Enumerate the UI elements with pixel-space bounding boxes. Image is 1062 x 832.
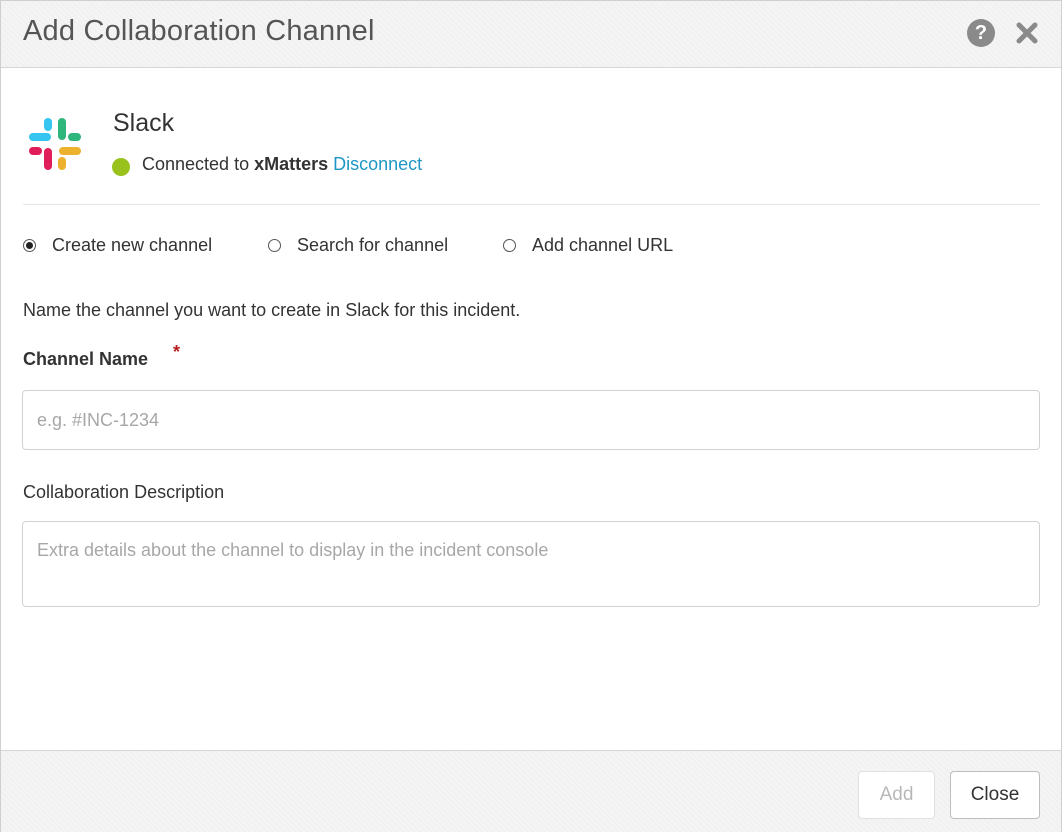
required-marker: * (173, 342, 181, 362)
radio-unselected-icon[interactable] (503, 239, 516, 252)
integration-name: Slack (113, 109, 175, 137)
radio-label: Add channel URL (532, 235, 674, 255)
channel-name-label: Channel Name (23, 349, 149, 369)
radio-label: Create new channel (52, 235, 213, 255)
collaboration-description-input[interactable] (22, 521, 1040, 607)
connection-status: Connected to xMatters Disconnect (142, 154, 422, 175)
close-button[interactable]: Close (950, 771, 1040, 819)
dialog-header: Add Collaboration Channel ? (1, 1, 1061, 68)
add-collaboration-channel-dialog: Add Collaboration Channel ? Slack Connec… (0, 0, 1062, 832)
dialog-footer: Add Close (1, 750, 1061, 832)
dialog-title: Add Collaboration Channel (23, 15, 375, 47)
radio-unselected-icon[interactable] (268, 239, 281, 252)
add-button[interactable]: Add (858, 771, 935, 819)
connection-status-dot (112, 158, 130, 176)
section-divider (23, 204, 1040, 205)
form-intro-text: Name the channel you want to create in S… (23, 300, 521, 320)
close-icon[interactable] (1013, 19, 1041, 47)
radio-selected-icon[interactable] (23, 239, 36, 252)
disconnect-link[interactable]: Disconnect (333, 154, 422, 174)
help-icon[interactable]: ? (967, 19, 995, 47)
status-prefix: Connected to (142, 154, 250, 174)
radio-label: Search for channel (297, 235, 449, 255)
slack-logo-icon (27, 116, 83, 172)
workspace-name: xMatters (254, 154, 329, 174)
channel-name-input[interactable] (22, 390, 1040, 450)
collaboration-description-label: Collaboration Description (23, 482, 225, 502)
